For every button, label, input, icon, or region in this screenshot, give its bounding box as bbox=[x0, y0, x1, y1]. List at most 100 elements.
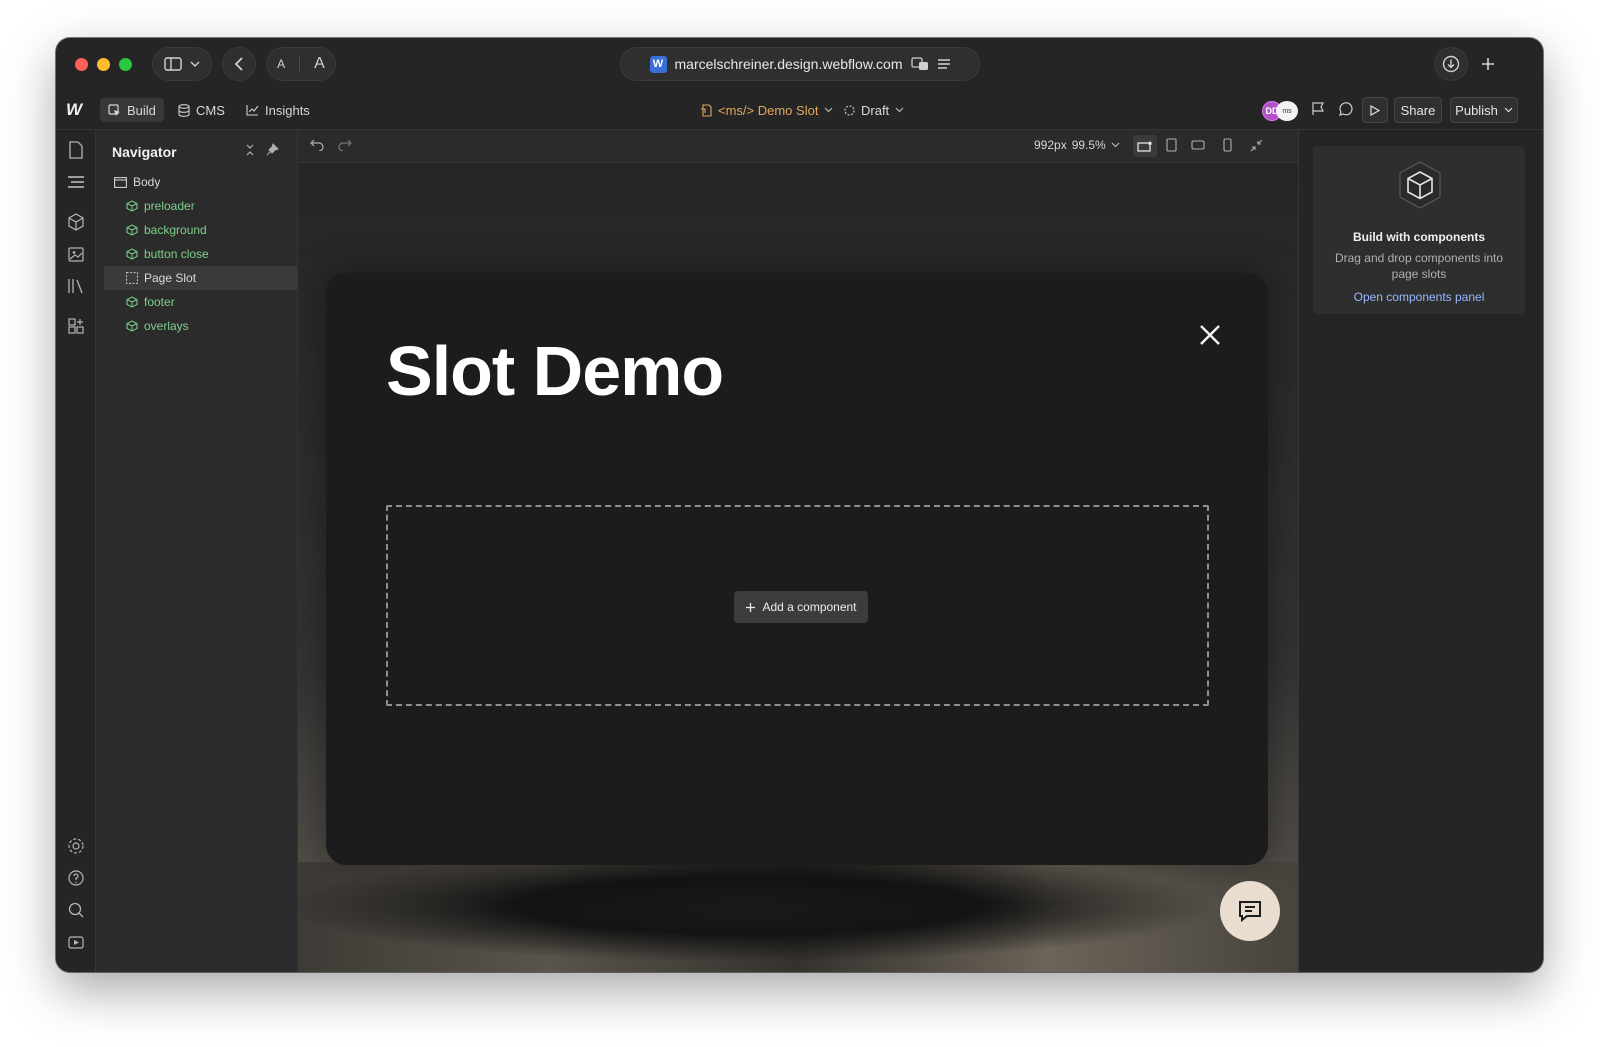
nav-item-overlays[interactable]: overlays bbox=[104, 314, 298, 338]
pages-icon[interactable] bbox=[66, 140, 86, 160]
slot-icon bbox=[126, 272, 138, 284]
tab-cms[interactable]: CMS bbox=[170, 98, 233, 122]
maximize-window-button[interactable] bbox=[119, 58, 132, 71]
comments-mode-button[interactable] bbox=[1310, 101, 1328, 119]
help-icon[interactable] bbox=[66, 868, 86, 888]
tablet-icon bbox=[1166, 138, 1177, 152]
close-icon bbox=[1196, 321, 1224, 349]
undo-icon bbox=[310, 139, 324, 151]
minimize-window-button[interactable] bbox=[97, 58, 110, 71]
exit-fullscreen-button[interactable] bbox=[1250, 139, 1263, 152]
comments-button[interactable] bbox=[1338, 101, 1356, 119]
nav-item-page-slot[interactable]: Page Slot bbox=[104, 266, 298, 290]
sidebar-icon bbox=[164, 57, 182, 71]
chat-support-button[interactable] bbox=[1220, 881, 1280, 941]
libraries-icon[interactable] bbox=[66, 276, 86, 296]
new-tab-button[interactable] bbox=[1476, 52, 1500, 76]
slot-demo-modal[interactable]: Slot Demo Add a component bbox=[326, 273, 1268, 865]
background-photo bbox=[298, 862, 1298, 972]
page-title: Slot Demo bbox=[386, 332, 724, 410]
browser-toolbar: A A W marcelschreiner.design.webflow.com bbox=[56, 38, 1543, 90]
avatar-secondary[interactable]: ms bbox=[1276, 101, 1298, 121]
draft-status-label: Draft bbox=[861, 102, 890, 118]
navigator-panel: Navigator Body preloader background butt… bbox=[96, 130, 298, 972]
tab-build[interactable]: Build bbox=[100, 98, 164, 122]
page-slot-dropzone[interactable]: Add a component bbox=[386, 505, 1209, 706]
nav-item-background[interactable]: background bbox=[104, 218, 298, 242]
left-icon-rail bbox=[56, 130, 96, 972]
text-smaller-button[interactable]: A bbox=[277, 57, 285, 71]
comment-icon bbox=[1338, 101, 1356, 117]
video-tutorials-icon[interactable] bbox=[66, 932, 86, 952]
canvas-width-label: 992px bbox=[1034, 138, 1067, 152]
nav-item-preloader[interactable]: preloader bbox=[104, 194, 298, 218]
nav-item-label: button close bbox=[144, 247, 209, 261]
downloads-button[interactable] bbox=[1434, 47, 1468, 81]
publish-button[interactable]: Publish bbox=[1450, 97, 1518, 123]
redo-icon bbox=[338, 139, 352, 151]
database-icon bbox=[178, 103, 190, 117]
publish-label: Publish bbox=[1455, 102, 1498, 118]
tab-build-label: Build bbox=[127, 102, 156, 118]
assets-icon[interactable] bbox=[66, 244, 86, 264]
play-icon bbox=[1370, 104, 1380, 116]
chevron-down-icon bbox=[190, 61, 200, 67]
text-size-divider bbox=[299, 55, 301, 73]
mobile-portrait-icon bbox=[1223, 138, 1232, 152]
page-icon bbox=[700, 103, 712, 117]
component-icon bbox=[126, 296, 138, 308]
component-icon bbox=[126, 200, 138, 212]
chevron-down-icon bbox=[824, 107, 833, 113]
collapse-arrows-icon bbox=[1250, 139, 1263, 152]
pin-panel-button[interactable] bbox=[266, 143, 280, 157]
address-bar[interactable]: W marcelschreiner.design.webflow.com bbox=[620, 47, 980, 81]
nav-item-label: footer bbox=[144, 295, 175, 309]
nav-item-label: Body bbox=[133, 175, 161, 189]
navigator-icon[interactable] bbox=[66, 172, 86, 192]
nav-item-button-close[interactable]: button close bbox=[104, 242, 298, 266]
breakpoint-landscape-button[interactable] bbox=[1191, 140, 1205, 150]
draft-status-selector[interactable]: Draft bbox=[836, 98, 912, 122]
chevron-down-icon bbox=[1111, 142, 1120, 148]
canvas-zoom-label: 99.5% bbox=[1071, 138, 1106, 152]
share-button[interactable]: Share bbox=[1394, 97, 1442, 123]
collapse-all-button[interactable] bbox=[244, 144, 258, 158]
nav-item-body[interactable]: Body bbox=[104, 170, 298, 194]
back-button[interactable] bbox=[222, 47, 256, 81]
close-window-button[interactable] bbox=[75, 58, 88, 71]
search-icon[interactable] bbox=[66, 900, 86, 920]
open-components-panel-link[interactable]: Open components panel bbox=[1313, 290, 1525, 304]
canvas-size-selector[interactable]: 992px 99.5% bbox=[1034, 138, 1120, 152]
flag-icon bbox=[1310, 101, 1328, 117]
breakpoint-portrait-button[interactable] bbox=[1223, 138, 1232, 152]
nav-item-label: background bbox=[144, 223, 207, 237]
close-button[interactable] bbox=[1196, 321, 1224, 349]
translate-icon[interactable] bbox=[910, 57, 929, 71]
undo-button[interactable] bbox=[310, 139, 324, 151]
redo-button[interactable] bbox=[338, 139, 352, 151]
reader-text-size-control[interactable]: A A bbox=[266, 47, 336, 81]
webflow-logo[interactable]: W bbox=[66, 100, 82, 120]
page-selector-label: <ms/> Demo Slot bbox=[718, 102, 819, 118]
text-larger-button[interactable]: A bbox=[314, 55, 325, 73]
tab-insights[interactable]: Insights bbox=[238, 98, 318, 122]
component-icon bbox=[126, 248, 138, 260]
preview-button[interactable] bbox=[1362, 97, 1388, 123]
nav-item-footer[interactable]: footer bbox=[104, 290, 298, 314]
chevron-down-icon bbox=[895, 107, 904, 113]
breakpoint-desktop-button[interactable] bbox=[1133, 135, 1157, 157]
plus-icon bbox=[1481, 57, 1495, 71]
breakpoint-tablet-button[interactable] bbox=[1166, 138, 1177, 152]
page-selector[interactable]: <ms/> Demo Slot bbox=[692, 98, 841, 122]
sidebar-toggle-button[interactable] bbox=[152, 47, 212, 81]
apps-icon[interactable] bbox=[66, 316, 86, 336]
reader-mode-icon[interactable] bbox=[937, 58, 951, 70]
add-component-button[interactable]: Add a component bbox=[734, 591, 868, 623]
settings-icon[interactable] bbox=[66, 836, 86, 856]
components-icon[interactable] bbox=[66, 212, 86, 232]
url-text: marcelschreiner.design.webflow.com bbox=[674, 56, 903, 72]
design-canvas: 992px 99.5% Slot Demo Add a component bbox=[298, 130, 1298, 972]
add-component-label: Add a component bbox=[762, 600, 857, 614]
browser-window: A A W marcelschreiner.design.webflow.com bbox=[56, 38, 1543, 972]
chart-icon bbox=[246, 104, 259, 116]
